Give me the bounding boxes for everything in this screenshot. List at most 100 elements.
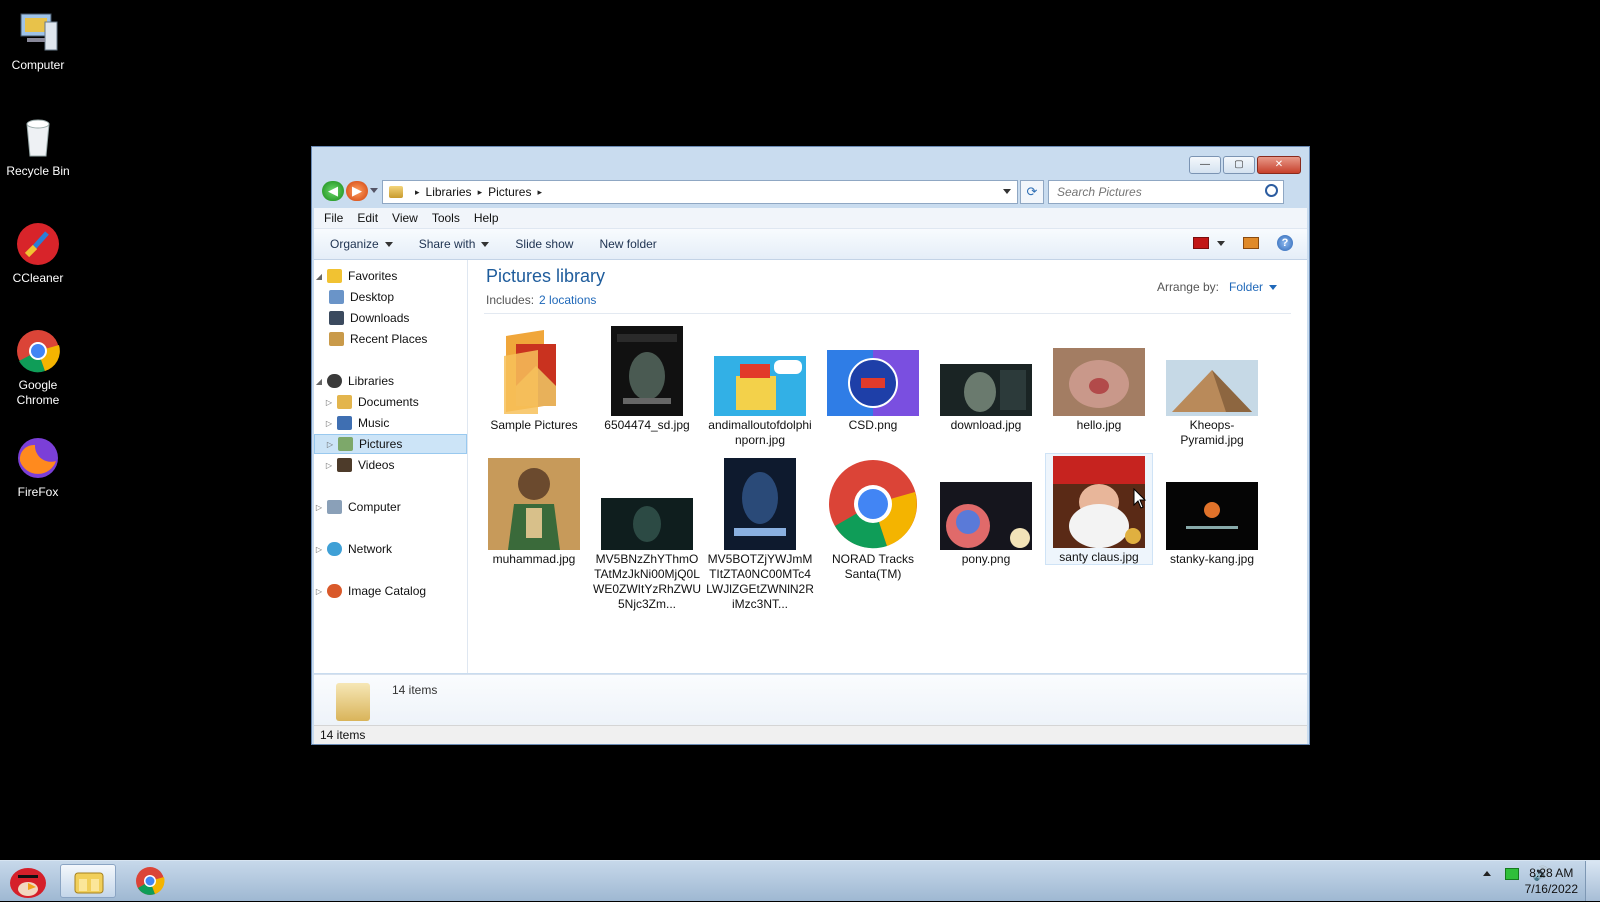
image-thumbnail xyxy=(601,498,693,550)
help-icon[interactable]: ? xyxy=(1277,235,1293,251)
forward-button[interactable]: ▶ xyxy=(346,181,368,201)
expand-icon[interactable]: ▷ xyxy=(314,545,324,554)
desktop-icon-label: Recycle Bin xyxy=(6,164,70,178)
taskbar-explorer-button[interactable] xyxy=(60,864,116,898)
network-status-icon[interactable] xyxy=(1504,867,1519,880)
maximize-button[interactable]: ▢ xyxy=(1223,156,1255,174)
file-item[interactable]: MV5BNzZhYThmOTAtMzJkNi00MjQ0LWE0ZWItYzRh… xyxy=(593,456,701,612)
clock[interactable]: 8:28 AM 7/16/2022 xyxy=(1525,865,1578,897)
breadcrumb-libraries[interactable]: Libraries xyxy=(426,185,472,199)
file-item[interactable]: Kheops-Pyramid.jpg xyxy=(1158,322,1266,448)
image-thumbnail xyxy=(724,458,796,550)
show-desktop-button[interactable] xyxy=(1585,861,1600,901)
organize-button[interactable]: Organize xyxy=(330,237,393,251)
file-item[interactable]: Sample Pictures xyxy=(480,322,588,433)
file-item[interactable]: stanky-kang.jpg xyxy=(1158,456,1266,567)
image-thumbnail xyxy=(940,364,1032,416)
preview-pane-icon[interactable] xyxy=(1243,237,1259,249)
share-with-button[interactable]: Share with xyxy=(419,237,490,251)
nav-item-documents[interactable]: ▷ Documents xyxy=(314,392,467,412)
file-item[interactable]: CSD.png xyxy=(819,322,927,433)
minimize-button[interactable]: — xyxy=(1189,156,1221,174)
address-dropdown-icon[interactable] xyxy=(1003,189,1011,194)
desktop-icon-computer[interactable]: Computer xyxy=(2,8,74,73)
nav-item-recent-places[interactable]: Recent Places xyxy=(314,329,467,349)
menu-edit[interactable]: Edit xyxy=(357,211,378,225)
file-item[interactable]: NORAD Tracks Santa(TM) xyxy=(819,456,927,582)
pictures-icon xyxy=(338,437,353,451)
file-name: download.jpg xyxy=(950,418,1022,432)
slide-show-button[interactable]: Slide show xyxy=(515,237,573,251)
image-thumbnail xyxy=(1053,348,1145,416)
file-item[interactable]: download.jpg xyxy=(932,322,1040,433)
nav-item-downloads[interactable]: Downloads xyxy=(314,308,467,328)
arrange-by-dropdown[interactable]: Folder xyxy=(1229,280,1277,294)
nav-item-network[interactable]: ▷ Network xyxy=(314,539,467,559)
file-item[interactable]: muhammad.jpg xyxy=(480,456,588,567)
downloads-icon xyxy=(329,311,344,325)
expand-icon[interactable]: ◢ xyxy=(314,377,324,386)
show-hidden-icons-button[interactable] xyxy=(1482,871,1491,876)
taskbar-chrome-button[interactable] xyxy=(122,864,178,898)
address-bar[interactable]: ▸ Libraries ▸ Pictures ▸ xyxy=(382,180,1018,204)
file-name: Sample Pictures xyxy=(490,418,578,432)
expand-icon[interactable]: ◢ xyxy=(314,272,324,281)
search-input[interactable] xyxy=(1055,181,1259,203)
nav-item-videos[interactable]: ▷ Videos xyxy=(314,455,467,475)
expand-icon[interactable]: ▷ xyxy=(324,419,334,428)
file-item[interactable]: 6504474_sd.jpg xyxy=(593,322,701,433)
documents-icon xyxy=(337,395,352,409)
breadcrumb-pictures[interactable]: Pictures xyxy=(488,185,531,199)
desktop-icon-ccleaner[interactable]: CCleaner xyxy=(2,221,74,286)
recent-pages-icon[interactable] xyxy=(370,188,378,193)
desktop-icon-firefox[interactable]: FireFox xyxy=(2,435,74,500)
nav-item-computer[interactable]: ▷ Computer xyxy=(314,497,467,517)
nav-item-desktop[interactable]: Desktop xyxy=(314,287,467,307)
refresh-button[interactable]: ⟳ xyxy=(1020,180,1044,204)
recent-places-icon xyxy=(329,332,344,346)
file-item[interactable]: andimalloutofdolphinporn.jpg xyxy=(706,322,814,448)
search-icon[interactable] xyxy=(1265,184,1278,197)
nav-item-libraries[interactable]: ◢ Libraries xyxy=(314,371,467,391)
share-with-label: Share with xyxy=(418,237,476,251)
expand-icon[interactable]: ▷ xyxy=(324,461,334,470)
nav-label: Documents xyxy=(358,395,419,409)
desktop-icon-chrome[interactable]: Google Chrome xyxy=(2,328,74,408)
change-view-button[interactable] xyxy=(1193,237,1225,249)
file-item[interactable]: pony.png xyxy=(932,456,1040,567)
nav-item-image-catalog[interactable]: ▷ Image Catalog xyxy=(314,581,467,601)
desktop-icon-recycle-bin[interactable]: Recycle Bin xyxy=(2,114,74,179)
file-name: andimalloutofdolphinporn.jpg xyxy=(708,418,812,447)
new-folder-button[interactable]: New folder xyxy=(599,237,656,251)
clock-date: 7/16/2022 xyxy=(1524,882,1578,896)
expand-icon[interactable]: ▷ xyxy=(325,440,335,449)
expand-icon[interactable]: ▷ xyxy=(314,587,324,596)
file-name: stanky-kang.jpg xyxy=(1169,552,1255,566)
start-button[interactable] xyxy=(4,863,52,899)
image-catalog-icon xyxy=(327,584,342,598)
expand-icon[interactable]: ▷ xyxy=(324,398,334,407)
file-item[interactable]: hello.jpg xyxy=(1045,322,1153,433)
menu-view[interactable]: View xyxy=(392,211,418,225)
slide-show-label: Slide show xyxy=(515,237,574,251)
desktop-icon-label: Computer xyxy=(11,58,65,72)
chevron-down-icon xyxy=(481,241,490,247)
nav-item-music[interactable]: ▷ Music xyxy=(314,413,467,433)
file-name: Kheops-Pyramid.jpg xyxy=(1180,418,1244,447)
expand-icon[interactable]: ▷ xyxy=(314,503,324,512)
breadcrumb-separator[interactable]: ▸ xyxy=(537,187,542,198)
nav-label: Favorites xyxy=(348,269,398,283)
nav-label: Pictures xyxy=(359,437,403,451)
details-item-count: 14 items xyxy=(392,683,438,697)
includes-locations-link[interactable]: 2 locations xyxy=(539,293,596,307)
file-name: pony.png xyxy=(961,552,1011,566)
back-button[interactable]: ◀ xyxy=(322,181,344,201)
menu-tools[interactable]: Tools xyxy=(432,211,460,225)
close-button[interactable]: ✕ xyxy=(1257,156,1301,174)
nav-item-favorites[interactable]: ◢ Favorites xyxy=(314,266,467,286)
menu-file[interactable]: File xyxy=(324,211,343,225)
nav-item-pictures[interactable]: ▷ Pictures xyxy=(314,434,467,454)
search-box[interactable] xyxy=(1048,180,1284,204)
menu-help[interactable]: Help xyxy=(474,211,499,225)
file-item[interactable]: MV5BOTZjYWJmMTItZTA0NC00MTc4LWJlZGEtZWNl… xyxy=(706,456,814,612)
